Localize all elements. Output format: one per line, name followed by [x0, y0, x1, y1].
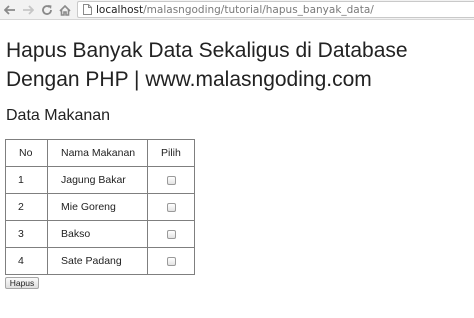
back-arrow-icon[interactable]	[3, 3, 17, 17]
table-row: 2 Mie Goreng	[5, 193, 195, 221]
food-table: No Nama Makanan Pilih 1 Jagung Bakar 2 M…	[5, 139, 195, 275]
row-name: Bakso	[47, 220, 148, 248]
row-name: Sate Padang	[47, 247, 148, 275]
section-title: Data Makanan	[6, 107, 111, 124]
header-no: No	[5, 139, 48, 167]
row-select-cell	[147, 247, 195, 275]
url-text: localhost/malasngoding/tutorial/hapus_ba…	[96, 4, 374, 16]
browser-toolbar: localhost/malasngoding/tutorial/hapus_ba…	[0, 0, 474, 20]
header-nama-makanan: Nama Makanan	[47, 139, 148, 167]
row-checkbox[interactable]	[166, 202, 176, 212]
table-row: 3 Bakso	[5, 220, 195, 248]
table-header-row: No Nama Makanan Pilih	[5, 139, 195, 167]
row-checkbox[interactable]	[166, 256, 176, 266]
home-icon[interactable]	[58, 3, 72, 17]
row-select-cell	[147, 166, 195, 194]
row-checkbox[interactable]	[166, 229, 176, 239]
url-host: localhost	[96, 3, 144, 16]
reload-icon[interactable]	[40, 3, 54, 17]
page-title: Hapus Banyak Data Sekaligus di Database …	[6, 39, 408, 91]
page-icon	[83, 4, 92, 15]
url-path: /malasngoding/tutorial/hapus_banyak_data…	[143, 3, 374, 16]
row-no: 4	[5, 247, 48, 275]
row-checkbox[interactable]	[166, 175, 176, 185]
forward-arrow-icon[interactable]	[21, 3, 35, 17]
row-name: Jagung Bakar	[47, 166, 148, 194]
row-no: 1	[5, 166, 48, 194]
row-select-cell	[147, 193, 195, 221]
header-pilih: Pilih	[147, 139, 195, 167]
hapus-button[interactable]: Hapus	[5, 277, 39, 289]
row-select-cell	[147, 220, 195, 248]
row-no: 2	[5, 193, 48, 221]
table-row: 1 Jagung Bakar	[5, 166, 195, 194]
row-no: 3	[5, 220, 48, 248]
table-row: 4 Sate Padang	[5, 247, 195, 275]
address-bar[interactable]: localhost/malasngoding/tutorial/hapus_ba…	[77, 1, 474, 18]
row-name: Mie Goreng	[47, 193, 148, 221]
